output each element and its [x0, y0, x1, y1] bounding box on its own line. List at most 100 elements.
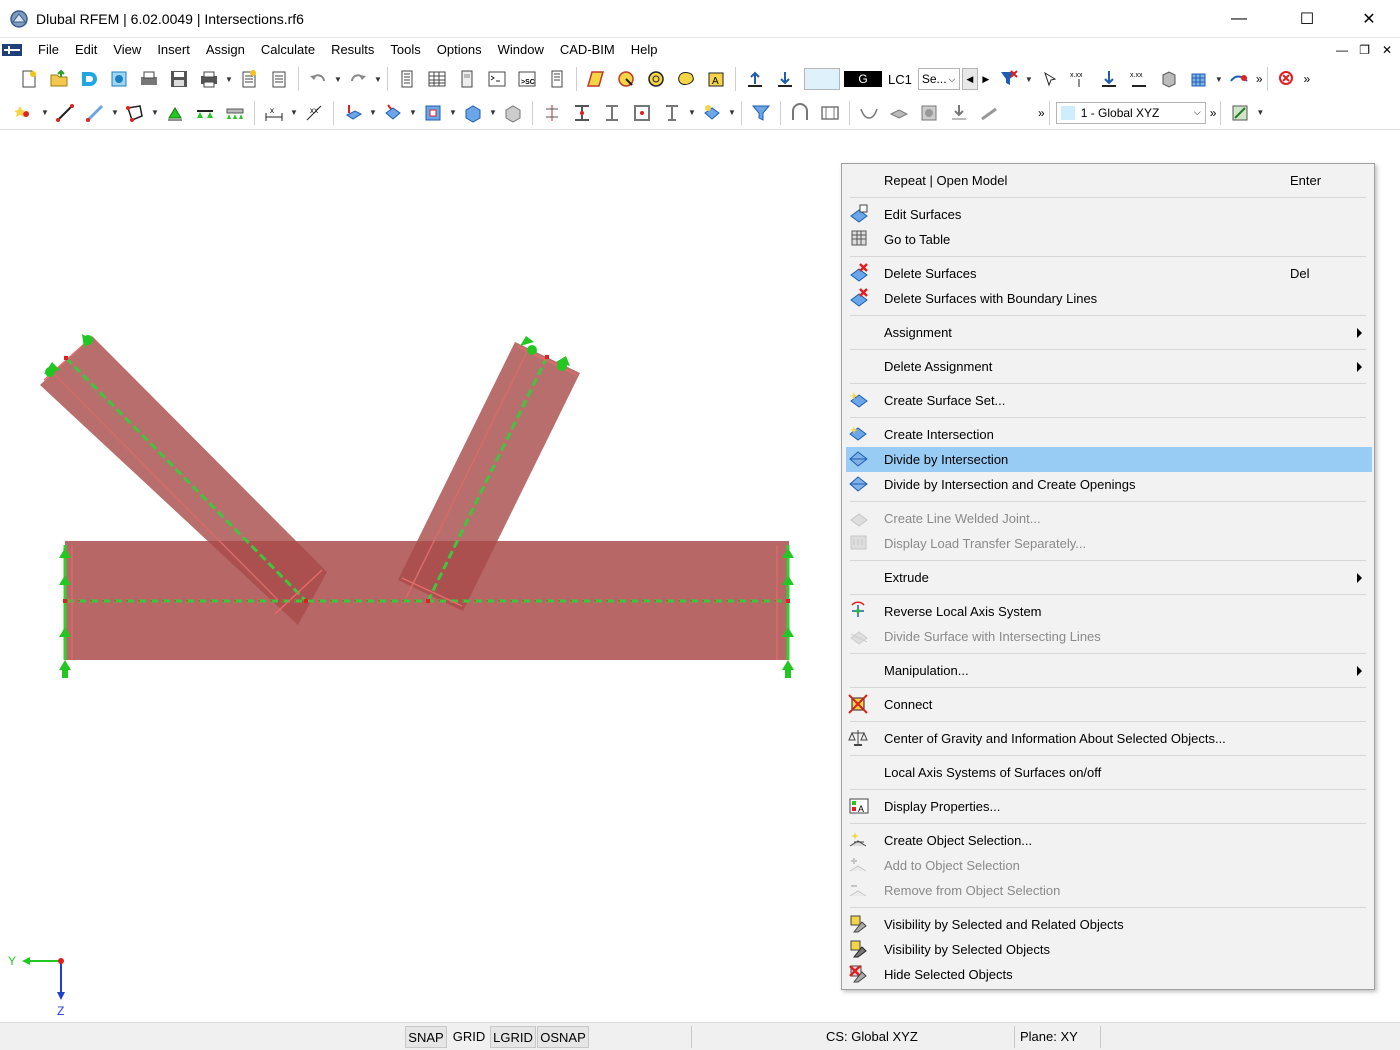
script-icon[interactable]: >SC	[514, 66, 540, 92]
undo-icon[interactable]	[305, 66, 331, 92]
result-pointer-icon[interactable]	[1036, 66, 1062, 92]
curve-icon[interactable]	[856, 100, 882, 126]
context-menu-item[interactable]: A Display Properties...	[846, 794, 1372, 819]
dimension-dropdown-icon[interactable]: ▼	[289, 108, 299, 117]
console-icon[interactable]	[484, 66, 510, 92]
new-model-icon[interactable]	[16, 66, 42, 92]
steel-joint-icon[interactable]	[569, 100, 595, 126]
filter-delete-icon[interactable]	[996, 66, 1022, 92]
report-icon[interactable]	[266, 66, 292, 92]
close-button[interactable]: ✕	[1346, 0, 1392, 38]
section-cut-icon[interactable]	[539, 100, 565, 126]
mdi-close-button[interactable]: ✕	[1382, 39, 1392, 61]
dimension-icon[interactable]: x	[261, 100, 287, 126]
menu-calculate[interactable]: Calculate	[253, 39, 323, 61]
line-new-icon[interactable]	[52, 100, 78, 126]
result-values-icon[interactable]: x.xx	[1066, 66, 1092, 92]
target-icon[interactable]	[643, 66, 669, 92]
grid-toggle[interactable]: GRID	[449, 1026, 489, 1048]
surface-model-icon[interactable]	[583, 66, 609, 92]
load-case-color-combo[interactable]	[804, 68, 840, 90]
lgrid-toggle[interactable]: LGRID	[490, 1026, 536, 1048]
opening-dropdown-icon[interactable]: ▼	[448, 108, 458, 117]
menu-edit[interactable]: Edit	[67, 39, 105, 61]
load-case-select[interactable]: Se... ⌵	[917, 68, 960, 90]
print-icon[interactable]	[196, 66, 222, 92]
list-icon[interactable]	[544, 66, 570, 92]
coordinate-system-select[interactable]: 1 - Global XYZ ⌵	[1055, 101, 1206, 124]
filter-dropdown-icon[interactable]: ▼	[1024, 75, 1034, 84]
context-menu-item[interactable]: Delete Assignment	[846, 354, 1372, 379]
redo-dropdown-icon[interactable]: ▼	[373, 75, 383, 84]
view-settings-dropdown-icon[interactable]: ▼	[1255, 108, 1265, 117]
snap-circle-icon[interactable]	[613, 66, 639, 92]
context-menu-item[interactable]: Local Axis Systems of Surfaces on/off	[846, 760, 1372, 785]
prev-load-case-button[interactable]: ◀	[961, 68, 978, 90]
context-menu-item[interactable]: Reverse Local Axis System	[846, 599, 1372, 624]
nodal-support-icon[interactable]	[162, 100, 188, 126]
mdi-restore-button[interactable]: ❐	[1359, 39, 1370, 61]
menu-file[interactable]: File	[30, 39, 67, 61]
context-menu-item[interactable]: Repeat | Open Model Enter	[846, 168, 1372, 193]
snap-toggle[interactable]: SNAP	[405, 1026, 447, 1048]
menu-window[interactable]: Window	[490, 39, 552, 61]
solid-dropdown-icon[interactable]: ▼	[488, 108, 498, 117]
container-icon[interactable]	[916, 100, 942, 126]
report-new-icon[interactable]	[236, 66, 262, 92]
navigator-icon[interactable]	[394, 66, 420, 92]
menu-results[interactable]: Results	[323, 39, 382, 61]
toolbar2-overflow-right-icon[interactable]: »	[1210, 106, 1217, 120]
text-frame-icon[interactable]: A	[703, 66, 729, 92]
stability-dropdown-icon[interactable]: ▼	[687, 108, 697, 117]
mdi-minimize-button[interactable]: —	[1336, 39, 1348, 61]
context-menu-item[interactable]: Manipulation...	[846, 658, 1372, 683]
reaction-values-icon[interactable]: x.xx	[1126, 66, 1152, 92]
load-arrow-down-icon[interactable]	[772, 66, 798, 92]
member-dropdown-icon[interactable]: ▼	[110, 108, 120, 117]
redo-icon[interactable]	[345, 66, 371, 92]
opening-icon[interactable]	[420, 100, 446, 126]
toolbar-overflow-icon[interactable]: »	[1256, 72, 1263, 86]
menu-help[interactable]: Help	[623, 39, 666, 61]
print-report-icon[interactable]	[136, 66, 162, 92]
context-menu-item[interactable]: Delete Surfaces with Boundary Lines	[846, 286, 1372, 311]
arch-icon[interactable]	[787, 100, 813, 126]
node-new-icon[interactable]	[12, 100, 38, 126]
surface-cloud-icon[interactable]	[673, 66, 699, 92]
print-dropdown-icon[interactable]: ▼	[224, 75, 234, 84]
structure-stability-icon[interactable]	[659, 100, 685, 126]
slope-icon[interactable]	[976, 100, 1002, 126]
context-menu-item[interactable]: Hide Selected Objects	[846, 962, 1372, 987]
view-settings-icon[interactable]	[1227, 100, 1253, 126]
context-menu-item[interactable]: Create Surface Set...	[846, 388, 1372, 413]
load-wizard-icon[interactable]	[946, 100, 972, 126]
toolbar2-overflow-icon[interactable]: »	[1038, 106, 1045, 120]
context-menu-item[interactable]: Delete Surfaces Del	[846, 261, 1372, 286]
frame-icon[interactable]	[629, 100, 655, 126]
table-icon[interactable]	[424, 66, 450, 92]
context-menu-item[interactable]: Edit Surfaces	[846, 202, 1372, 227]
open-folder-icon[interactable]	[46, 66, 72, 92]
solid-new-icon[interactable]	[460, 100, 486, 126]
context-menu-item[interactable]: Go to Table	[846, 227, 1372, 252]
menu-view[interactable]: View	[105, 39, 149, 61]
menu-options[interactable]: Options	[429, 39, 490, 61]
polyline-dropdown-icon[interactable]: ▼	[150, 108, 160, 117]
save-icon[interactable]	[166, 66, 192, 92]
polyline-icon[interactable]	[122, 100, 148, 126]
member-load-dropdown-icon[interactable]: ▼	[408, 108, 418, 117]
toolbar-overflow-right-icon[interactable]: »	[1304, 72, 1311, 86]
line-support-icon[interactable]	[192, 100, 218, 126]
nodal-load-icon[interactable]	[340, 100, 366, 126]
context-menu-item[interactable]: Create Intersection	[846, 422, 1372, 447]
context-menu-item[interactable]: Visibility by Selected and Related Objec…	[846, 912, 1372, 937]
context-menu-item[interactable]: Divide by Intersection and Create Openin…	[846, 472, 1372, 497]
member-load-icon[interactable]	[380, 100, 406, 126]
next-load-case-button[interactable]: ▶	[978, 68, 994, 90]
context-menu-item[interactable]: Assignment	[846, 320, 1372, 345]
menu-tools[interactable]: Tools	[382, 39, 428, 61]
undo-dropdown-icon[interactable]: ▼	[333, 75, 343, 84]
osnap-toggle[interactable]: OSNAP	[537, 1026, 589, 1048]
cube-grid-icon[interactable]	[1186, 66, 1212, 92]
context-menu-item[interactable]: Create Object Selection...	[846, 828, 1372, 853]
